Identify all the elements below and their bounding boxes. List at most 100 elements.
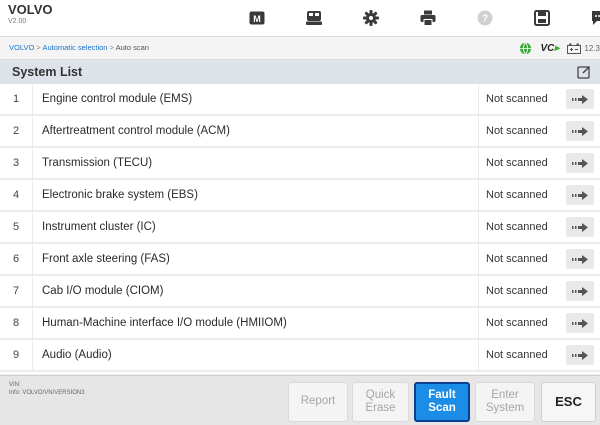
system-row[interactable]: 2 Aftertreatment control module (ACM) Not …	[0, 116, 600, 148]
fault-scan-button[interactable]: FaultScan	[414, 382, 470, 422]
vehicle-info-text: Info: VOLVO/VN/VERSION3	[9, 390, 85, 398]
system-name: Audio (Audio)	[42, 340, 112, 370]
scan-status: Not scanned	[478, 148, 558, 178]
system-number: 1	[0, 84, 33, 114]
report-button[interactable]: Report	[288, 382, 348, 422]
system-name: Aftertreatment control module (ACM)	[42, 116, 230, 146]
system-list: 1Engine control module (EMS)Not scanned2…	[0, 84, 600, 374]
breadcrumb: VOLVO > Automatic selection > Auto scan	[9, 43, 149, 52]
top-toolbar: VOLVO V2.00 M	[0, 0, 600, 37]
breadcrumb-separator: >	[107, 43, 115, 52]
app-version: V2.00	[8, 18, 53, 25]
system-number: 2	[0, 116, 33, 146]
svg-text:?: ?	[481, 14, 487, 25]
system-row-partial	[0, 372, 600, 374]
quick-erase-button-label: QuickErase	[365, 389, 395, 415]
scan-status: Not scanned	[478, 340, 558, 370]
bottom-bar: VIN: Info: VOLVO/VN/VERSION3 Report Quic…	[0, 375, 600, 425]
vehicle-swap-icon	[305, 9, 323, 27]
system-row[interactable]: 9 Audio (Audio) Not scanned	[0, 340, 600, 372]
home-button[interactable]: M	[228, 0, 285, 36]
battery-value: 12.3	[584, 44, 600, 53]
arrow-right-icon	[572, 351, 588, 360]
enter-system-button[interactable]: EnterSystem	[475, 382, 535, 422]
arrow-right-icon	[572, 95, 588, 104]
scan-status: Not scanned	[478, 308, 558, 338]
toolbar-icons: M	[228, 0, 600, 36]
system-number: 9	[0, 340, 33, 370]
fault-scan-button-label: FaultScan	[428, 389, 456, 415]
system-number: 3	[0, 148, 33, 178]
print-icon	[419, 9, 437, 27]
esc-button-label: ESC	[555, 395, 582, 410]
save-button[interactable]	[513, 0, 570, 36]
network-globe-icon	[519, 42, 532, 55]
system-row[interactable]: 4 Electronic brake system (EBS) Not scanne…	[0, 180, 600, 212]
system-number: 5	[0, 212, 33, 242]
app-name: VOLVO	[8, 3, 53, 16]
enter-system-arrow-button[interactable]	[566, 281, 594, 301]
arrow-right-icon	[572, 191, 588, 200]
system-row[interactable]: 5 Instrument cluster (IC) Not scanned	[0, 212, 600, 244]
vci-connected-icon: ▸	[554, 43, 559, 54]
enter-system-arrow-button[interactable]	[566, 249, 594, 269]
save-icon	[533, 9, 551, 27]
app-brand: VOLVO V2.00	[8, 3, 53, 25]
page-title: System List	[12, 65, 82, 79]
print-button[interactable]	[399, 0, 456, 36]
enter-system-arrow-button[interactable]	[566, 217, 594, 237]
system-row[interactable]: 6Front axle steering (FAS)Not scanned	[0, 244, 600, 276]
system-row[interactable]: 7Cab I/O module (CIOM)Not scanned	[0, 276, 600, 308]
arrow-right-icon	[572, 223, 588, 232]
system-name: Transmission (TECU)	[42, 148, 152, 178]
vci-status: VC▸	[540, 43, 559, 54]
system-row[interactable]: 1 Engine control module (EMS) Not scanned	[0, 84, 600, 116]
enter-system-button-label: EnterSystem	[486, 389, 524, 415]
breadcrumb-automatic-selection[interactable]: Automatic selection	[42, 43, 107, 52]
home-icon: M	[248, 9, 266, 27]
system-number: 7	[0, 276, 33, 306]
enter-system-arrow-button[interactable]	[566, 121, 594, 141]
arrow-right-icon	[572, 255, 588, 264]
vci-label: VC	[540, 43, 554, 54]
system-name: Electronic brake system (EBS)	[42, 180, 198, 210]
enter-system-arrow-button[interactable]	[566, 89, 594, 109]
enter-system-arrow-button[interactable]	[566, 185, 594, 205]
system-number: 8	[0, 308, 33, 338]
esc-button[interactable]: ESC	[541, 382, 596, 422]
breadcrumb-bar: VOLVO > Automatic selection > Auto scan …	[0, 37, 600, 60]
help-icon: ?	[476, 9, 494, 27]
scan-status: Not scanned	[478, 84, 558, 114]
system-name: Front axle steering (FAS)	[42, 244, 170, 274]
quick-erase-button[interactable]: QuickErase	[352, 382, 409, 422]
system-name: Instrument cluster (IC)	[42, 212, 156, 242]
system-row[interactable]: 8 Human-Machine interface I/O module (HMI…	[0, 308, 600, 340]
battery-voltage: 12.3	[567, 43, 600, 54]
report-button-label: Report	[301, 395, 336, 408]
breadcrumb-volvo[interactable]: VOLVO	[9, 43, 34, 52]
arrow-right-icon	[572, 287, 588, 296]
vehicle-swap-button[interactable]	[285, 0, 342, 36]
vin-label: VIN:	[9, 382, 85, 390]
scan-status: Not scanned	[478, 180, 558, 210]
system-name: Human-Machine interface I/O module (HMII…	[42, 308, 287, 338]
enter-system-arrow-button[interactable]	[566, 153, 594, 173]
arrow-right-icon	[572, 159, 588, 168]
settings-icon	[362, 9, 380, 27]
scan-status: Not scanned	[478, 116, 558, 146]
system-row[interactable]: 3 Transmission (TECU) Not scanned	[0, 148, 600, 180]
arrow-right-icon	[572, 127, 588, 136]
system-name: Engine control module (EMS)	[42, 84, 192, 114]
system-number: 6	[0, 244, 33, 274]
enter-system-arrow-button[interactable]	[566, 345, 594, 365]
settings-button[interactable]	[342, 0, 399, 36]
enter-system-arrow-button[interactable]	[566, 313, 594, 333]
arrow-right-icon	[572, 319, 588, 328]
scan-status: Not scanned	[478, 212, 558, 242]
help-button[interactable]: ?	[456, 0, 513, 36]
status-indicators: VC▸ 12.3	[519, 40, 600, 56]
message-button[interactable]	[570, 0, 600, 36]
system-number: 4	[0, 180, 33, 210]
section-header: System List	[0, 60, 600, 84]
edit-icon[interactable]	[577, 65, 591, 79]
